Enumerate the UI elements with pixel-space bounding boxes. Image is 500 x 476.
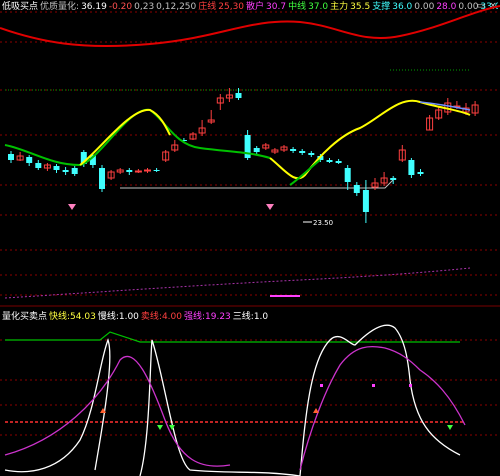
ma-line: [269, 99, 471, 180]
candle-body: [335, 161, 342, 163]
candle-body: [144, 169, 151, 172]
candle-body: [235, 93, 242, 98]
candle-body: [290, 149, 297, 151]
candle-body: [326, 160, 333, 162]
candle-body: [253, 148, 260, 152]
candle-body: [308, 153, 315, 155]
candle-body: [344, 168, 351, 182]
signal-dot: [372, 384, 375, 387]
ma-line: [4, 108, 271, 167]
support-line: [120, 177, 396, 189]
candle-body: [390, 178, 397, 180]
kdj-line: [4, 324, 461, 476]
signal-arrow-icon: [169, 425, 175, 430]
stock-chart[interactable]: 23.50: [0, 0, 500, 476]
kdj-line: [4, 345, 466, 471]
buy-marker-icon: [266, 204, 274, 210]
price-annotation: 23.50: [313, 219, 333, 227]
candle-body: [35, 163, 42, 168]
candle-body: [362, 190, 369, 212]
candle-body: [408, 160, 415, 175]
candle-body: [126, 170, 133, 172]
candle-body: [26, 157, 33, 163]
candle-body: [53, 166, 60, 170]
buy-marker-icon: [68, 204, 76, 210]
candle-body: [71, 168, 78, 174]
candle-body: [8, 154, 14, 160]
trend-line: [4, 267, 471, 299]
signal-dot: [320, 384, 323, 387]
candle-body: [417, 172, 424, 174]
candle-body: [299, 151, 306, 153]
signal-arrow-icon: [157, 425, 163, 430]
signal-arrow-icon: [447, 425, 453, 430]
candle-body: [153, 170, 160, 171]
candle-body: [62, 170, 69, 172]
signal-dot: [409, 384, 412, 387]
ma-line: [289, 159, 321, 186]
candle-body: [134, 170, 142, 173]
candle-body: [353, 185, 360, 193]
candle-body: [99, 168, 105, 189]
